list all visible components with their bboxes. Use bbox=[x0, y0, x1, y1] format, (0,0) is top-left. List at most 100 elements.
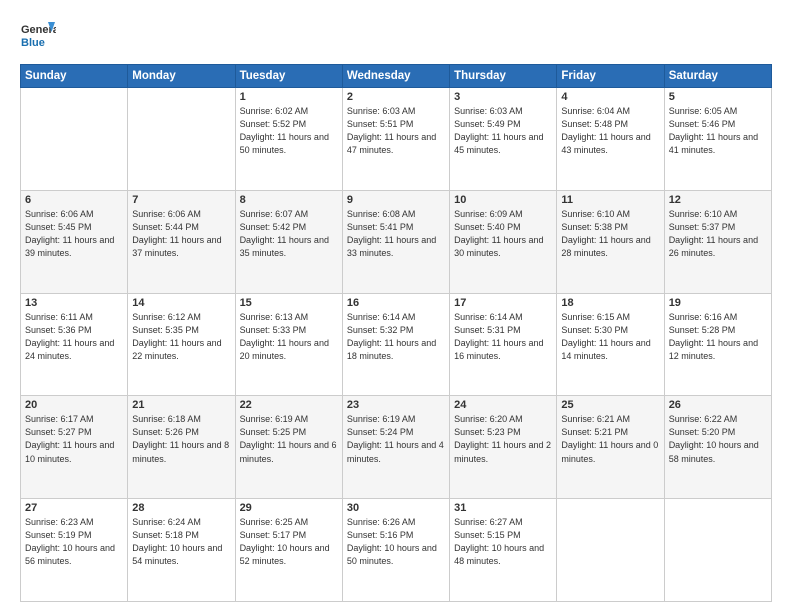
calendar-cell: 7 Sunrise: 6:06 AM Sunset: 5:44 PM Daylig… bbox=[128, 190, 235, 293]
day-number: 26 bbox=[669, 399, 767, 411]
day-number: 18 bbox=[561, 297, 659, 309]
day-info: Sunrise: 6:21 AM Sunset: 5:21 PM Dayligh… bbox=[561, 413, 659, 465]
weekday-header: Saturday bbox=[664, 65, 771, 88]
day-number: 8 bbox=[240, 194, 338, 206]
calendar-cell: 23 Sunrise: 6:19 AM Sunset: 5:24 PM Dayli… bbox=[342, 396, 449, 499]
day-info: Sunrise: 6:10 AM Sunset: 5:37 PM Dayligh… bbox=[669, 208, 767, 260]
calendar-week-row: 27 Sunrise: 6:23 AM Sunset: 5:19 PM Dayli… bbox=[21, 499, 772, 602]
day-info: Sunrise: 6:03 AM Sunset: 5:51 PM Dayligh… bbox=[347, 105, 445, 157]
day-info: Sunrise: 6:14 AM Sunset: 5:32 PM Dayligh… bbox=[347, 311, 445, 363]
calendar-week-row: 6Sunrise: 6:06 AM Sunset: 5:45 PM Daylig… bbox=[21, 190, 772, 293]
calendar-cell: 10 Sunrise: 6:09 AM Sunset: 5:40 PM Dayli… bbox=[450, 190, 557, 293]
day-info: Sunrise: 6:02 AM Sunset: 5:52 PM Dayligh… bbox=[240, 105, 338, 157]
day-number: 14 bbox=[132, 297, 230, 309]
weekday-header: Friday bbox=[557, 65, 664, 88]
day-number: 22 bbox=[240, 399, 338, 411]
day-info: Sunrise: 6:06 AM Sunset: 5:45 PM Dayligh… bbox=[25, 208, 123, 260]
day-number: 27 bbox=[25, 502, 123, 514]
calendar-cell: 2 Sunrise: 6:03 AM Sunset: 5:51 PM Daylig… bbox=[342, 88, 449, 191]
day-number: 7 bbox=[132, 194, 230, 206]
day-info: Sunrise: 6:09 AM Sunset: 5:40 PM Dayligh… bbox=[454, 208, 552, 260]
weekday-header: Tuesday bbox=[235, 65, 342, 88]
calendar-cell bbox=[664, 499, 771, 602]
calendar-cell: 14 Sunrise: 6:12 AM Sunset: 5:35 PM Dayli… bbox=[128, 293, 235, 396]
day-info: Sunrise: 6:19 AM Sunset: 5:25 PM Dayligh… bbox=[240, 413, 338, 465]
day-info: Sunrise: 6:08 AM Sunset: 5:41 PM Dayligh… bbox=[347, 208, 445, 260]
day-number: 4 bbox=[561, 91, 659, 103]
day-number: 11 bbox=[561, 194, 659, 206]
day-info: Sunrise: 6:05 AM Sunset: 5:46 PM Dayligh… bbox=[669, 105, 767, 157]
day-number: 28 bbox=[132, 502, 230, 514]
day-number: 31 bbox=[454, 502, 552, 514]
day-info: Sunrise: 6:17 AM Sunset: 5:27 PM Dayligh… bbox=[25, 413, 123, 465]
day-info: Sunrise: 6:06 AM Sunset: 5:44 PM Dayligh… bbox=[132, 208, 230, 260]
day-number: 15 bbox=[240, 297, 338, 309]
day-info: Sunrise: 6:11 AM Sunset: 5:36 PM Dayligh… bbox=[25, 311, 123, 363]
calendar-week-row: 1 Sunrise: 6:02 AM Sunset: 5:52 PM Daylig… bbox=[21, 88, 772, 191]
calendar-cell: 24 Sunrise: 6:20 AM Sunset: 5:23 PM Dayli… bbox=[450, 396, 557, 499]
day-number: 21 bbox=[132, 399, 230, 411]
calendar-cell: 22 Sunrise: 6:19 AM Sunset: 5:25 PM Dayli… bbox=[235, 396, 342, 499]
calendar-cell: 12 Sunrise: 6:10 AM Sunset: 5:37 PM Dayli… bbox=[664, 190, 771, 293]
day-info: Sunrise: 6:23 AM Sunset: 5:19 PM Dayligh… bbox=[25, 516, 123, 568]
day-number: 29 bbox=[240, 502, 338, 514]
calendar-cell: 16Sunrise: 6:14 AM Sunset: 5:32 PM Dayli… bbox=[342, 293, 449, 396]
day-number: 19 bbox=[669, 297, 767, 309]
day-info: Sunrise: 6:25 AM Sunset: 5:17 PM Dayligh… bbox=[240, 516, 338, 568]
logo-svg: General Blue bbox=[20, 18, 56, 54]
day-info: Sunrise: 6:16 AM Sunset: 5:28 PM Dayligh… bbox=[669, 311, 767, 363]
day-number: 2 bbox=[347, 91, 445, 103]
day-number: 25 bbox=[561, 399, 659, 411]
calendar-cell: 6Sunrise: 6:06 AM Sunset: 5:45 PM Daylig… bbox=[21, 190, 128, 293]
day-info: Sunrise: 6:20 AM Sunset: 5:23 PM Dayligh… bbox=[454, 413, 552, 465]
calendar-cell bbox=[128, 88, 235, 191]
calendar-cell: 20 Sunrise: 6:17 AM Sunset: 5:27 PM Dayli… bbox=[21, 396, 128, 499]
day-number: 9 bbox=[347, 194, 445, 206]
calendar-cell: 26 Sunrise: 6:22 AM Sunset: 5:20 PM Dayli… bbox=[664, 396, 771, 499]
calendar-cell: 1 Sunrise: 6:02 AM Sunset: 5:52 PM Daylig… bbox=[235, 88, 342, 191]
weekday-header: Thursday bbox=[450, 65, 557, 88]
day-info: Sunrise: 6:12 AM Sunset: 5:35 PM Dayligh… bbox=[132, 311, 230, 363]
calendar-cell: 5 Sunrise: 6:05 AM Sunset: 5:46 PM Daylig… bbox=[664, 88, 771, 191]
day-info: Sunrise: 6:14 AM Sunset: 5:31 PM Dayligh… bbox=[454, 311, 552, 363]
day-number: 3 bbox=[454, 91, 552, 103]
day-number: 24 bbox=[454, 399, 552, 411]
calendar-cell: 18Sunrise: 6:15 AM Sunset: 5:30 PM Dayli… bbox=[557, 293, 664, 396]
calendar-cell: 9 Sunrise: 6:08 AM Sunset: 5:41 PM Daylig… bbox=[342, 190, 449, 293]
calendar-cell: 13Sunrise: 6:11 AM Sunset: 5:36 PM Dayli… bbox=[21, 293, 128, 396]
day-number: 30 bbox=[347, 502, 445, 514]
day-info: Sunrise: 6:19 AM Sunset: 5:24 PM Dayligh… bbox=[347, 413, 445, 465]
calendar-cell: 17 Sunrise: 6:14 AM Sunset: 5:31 PM Dayli… bbox=[450, 293, 557, 396]
day-number: 5 bbox=[669, 91, 767, 103]
day-info: Sunrise: 6:26 AM Sunset: 5:16 PM Dayligh… bbox=[347, 516, 445, 568]
calendar-cell bbox=[557, 499, 664, 602]
calendar-cell: 8 Sunrise: 6:07 AM Sunset: 5:42 PM Daylig… bbox=[235, 190, 342, 293]
calendar-cell: 4 Sunrise: 6:04 AM Sunset: 5:48 PM Daylig… bbox=[557, 88, 664, 191]
day-info: Sunrise: 6:13 AM Sunset: 5:33 PM Dayligh… bbox=[240, 311, 338, 363]
weekday-header: Sunday bbox=[21, 65, 128, 88]
weekday-header: Monday bbox=[128, 65, 235, 88]
day-number: 20 bbox=[25, 399, 123, 411]
calendar-cell: 31Sunrise: 6:27 AM Sunset: 5:15 PM Dayli… bbox=[450, 499, 557, 602]
day-number: 17 bbox=[454, 297, 552, 309]
day-info: Sunrise: 6:24 AM Sunset: 5:18 PM Dayligh… bbox=[132, 516, 230, 568]
calendar-cell: 28 Sunrise: 6:24 AM Sunset: 5:18 PM Dayli… bbox=[128, 499, 235, 602]
day-info: Sunrise: 6:10 AM Sunset: 5:38 PM Dayligh… bbox=[561, 208, 659, 260]
day-number: 23 bbox=[347, 399, 445, 411]
page: General Blue SundayMondayTuesdayWednesda… bbox=[0, 0, 792, 612]
day-number: 10 bbox=[454, 194, 552, 206]
day-info: Sunrise: 6:04 AM Sunset: 5:48 PM Dayligh… bbox=[561, 105, 659, 157]
day-number: 12 bbox=[669, 194, 767, 206]
day-info: Sunrise: 6:18 AM Sunset: 5:26 PM Dayligh… bbox=[132, 413, 230, 465]
calendar-cell: 27 Sunrise: 6:23 AM Sunset: 5:19 PM Dayli… bbox=[21, 499, 128, 602]
calendar-cell: 11 Sunrise: 6:10 AM Sunset: 5:38 PM Dayli… bbox=[557, 190, 664, 293]
day-number: 1 bbox=[240, 91, 338, 103]
day-info: Sunrise: 6:07 AM Sunset: 5:42 PM Dayligh… bbox=[240, 208, 338, 260]
calendar-cell: 25 Sunrise: 6:21 AM Sunset: 5:21 PM Dayli… bbox=[557, 396, 664, 499]
calendar-cell bbox=[21, 88, 128, 191]
calendar-cell: 21 Sunrise: 6:18 AM Sunset: 5:26 PM Dayli… bbox=[128, 396, 235, 499]
weekday-header: Wednesday bbox=[342, 65, 449, 88]
day-info: Sunrise: 6:22 AM Sunset: 5:20 PM Dayligh… bbox=[669, 413, 767, 465]
calendar-table: SundayMondayTuesdayWednesdayThursdayFrid… bbox=[20, 64, 772, 602]
calendar-week-row: 13Sunrise: 6:11 AM Sunset: 5:36 PM Dayli… bbox=[21, 293, 772, 396]
